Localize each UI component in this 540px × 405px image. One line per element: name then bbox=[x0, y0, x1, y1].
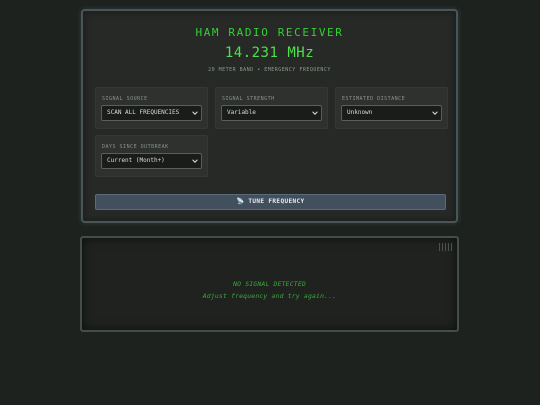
signal-source-value: SCAN ALL FREQUENCIES bbox=[107, 109, 180, 116]
tune-frequency-button[interactable]: 📡 TUNE FREQUENCY bbox=[95, 194, 446, 210]
tune-frequency-label: TUNE FREQUENCY bbox=[248, 198, 305, 205]
no-signal-message: NO SIGNAL DETECTED bbox=[233, 280, 306, 288]
signal-strength-value: Variable bbox=[227, 109, 256, 116]
chevron-down-icon bbox=[432, 111, 438, 115]
signal-source-group: SIGNAL SOURCE SCAN ALL FREQUENCIES bbox=[95, 87, 208, 129]
signal-strength-label: SIGNAL STRENGTH bbox=[222, 96, 275, 102]
receiver-title: HAM RADIO RECEIVER bbox=[195, 26, 344, 39]
estimated-distance-select[interactable]: Unknown bbox=[341, 105, 442, 121]
estimated-distance-label: ESTIMATED DISTANCE bbox=[342, 96, 406, 102]
receiver-panel: HAM RADIO RECEIVER 14.231 MHz 20 METER B… bbox=[81, 9, 458, 223]
band-subtitle: 20 METER BAND • EMERGENCY FREQUENCY bbox=[208, 67, 331, 73]
signal-output-screen: NO SIGNAL DETECTED Adjust frequency and … bbox=[80, 236, 459, 332]
speaker-grille-icon bbox=[439, 243, 453, 251]
estimated-distance-value: Unknown bbox=[347, 109, 373, 116]
signal-strength-group: SIGNAL STRENGTH Variable bbox=[215, 87, 328, 129]
days-since-outbreak-label: DAYS SINCE OUTBREAK bbox=[102, 144, 169, 150]
estimated-distance-group: ESTIMATED DISTANCE Unknown bbox=[335, 87, 448, 129]
satellite-antenna-icon: 📡 bbox=[236, 198, 245, 205]
signal-strength-select[interactable]: Variable bbox=[221, 105, 322, 121]
chevron-down-icon bbox=[312, 111, 318, 115]
signal-source-select[interactable]: SCAN ALL FREQUENCIES bbox=[101, 105, 202, 121]
days-since-outbreak-select[interactable]: Current (Month+) bbox=[101, 153, 202, 169]
chevron-down-icon bbox=[192, 159, 198, 163]
days-since-outbreak-group: DAYS SINCE OUTBREAK Current (Month+) bbox=[95, 135, 208, 177]
chevron-down-icon bbox=[192, 111, 198, 115]
days-since-outbreak-value: Current (Month+) bbox=[107, 157, 165, 164]
retry-hint-message: Adjust frequency and try again... bbox=[202, 292, 337, 300]
frequency-display: 14.231 MHz bbox=[224, 45, 315, 61]
signal-source-label: SIGNAL SOURCE bbox=[102, 96, 148, 102]
